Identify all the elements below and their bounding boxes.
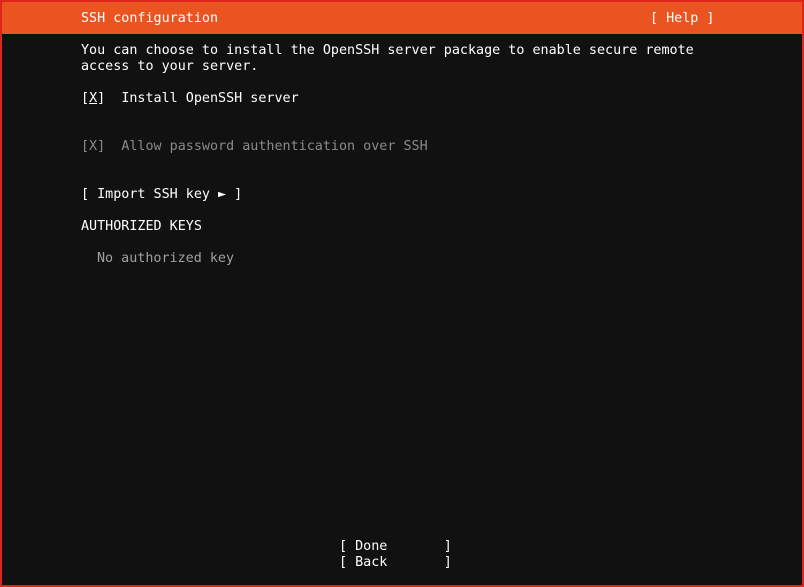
password-auth-box: [X] <box>81 139 106 154</box>
installer-screen: SSH configuration [ Help ] You can choos… <box>0 0 804 587</box>
install-openssh-checkbox[interactable]: [X] Install OpenSSH server <box>81 91 299 107</box>
install-openssh-label: Install OpenSSH server <box>121 91 299 106</box>
password-auth-label: Allow password authentication over SSH <box>121 139 428 154</box>
no-authorized-key-text: No authorized key <box>97 251 235 266</box>
page-title: SSH configuration <box>81 11 219 26</box>
description-line-1: You can choose to install the OpenSSH se… <box>81 43 694 58</box>
import-ssh-key-button[interactable]: [ Import SSH key ► ] <box>81 187 242 203</box>
description-line-2: access to your server. <box>81 59 259 74</box>
back-button[interactable]: [ Back ] <box>339 555 452 571</box>
done-button[interactable]: [ Done ] <box>339 539 452 555</box>
allow-password-auth-checkbox: [X] Allow password authentication over S… <box>81 139 428 155</box>
help-button[interactable]: [ Help ] <box>650 11 715 27</box>
authorized-keys-heading: AUTHORIZED KEYS <box>81 219 202 234</box>
checkbox-close-bracket: ] <box>97 91 106 106</box>
checkbox-mark: X <box>89 91 98 106</box>
checkbox-open-bracket: [ <box>81 91 90 106</box>
